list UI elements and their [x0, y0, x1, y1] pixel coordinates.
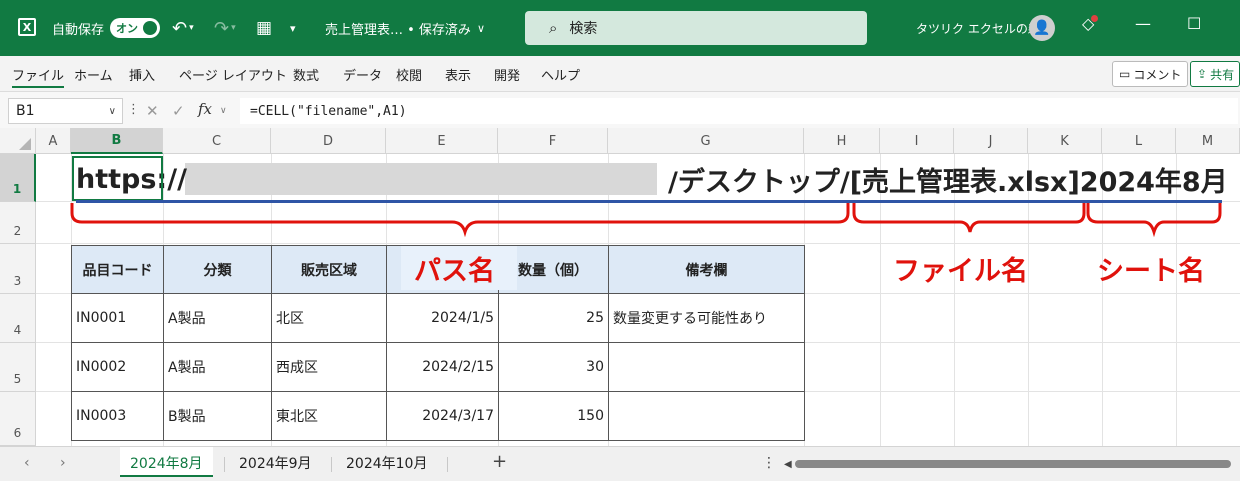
add-sheet-button[interactable]: + [492, 451, 507, 472]
table-row: IN0002 A製品 西成区 2024/2/15 30 [71, 342, 805, 392]
header-remarks[interactable]: 備考欄 [608, 245, 805, 294]
cell-sales-area[interactable]: 北区 [271, 293, 387, 343]
cell-category[interactable]: A製品 [163, 293, 272, 343]
cell-date[interactable]: 2024/1/5 [386, 293, 499, 343]
cell-category[interactable]: B製品 [163, 391, 272, 441]
cell-item-code[interactable]: IN0001 [71, 293, 164, 343]
cell-category[interactable]: A製品 [163, 342, 272, 392]
cell-item-code[interactable]: IN0003 [71, 391, 164, 441]
header-category[interactable]: 分類 [163, 245, 272, 294]
cell-quantity[interactable]: 30 [498, 342, 609, 392]
path-name-label: パス名 [414, 256, 495, 287]
tab-divider [331, 457, 332, 472]
sheet-tab-bar: ‹ › 2024年8月 2024年9月 2024年10月 + ⋮ ◀ [0, 446, 1240, 481]
next-sheet-icon[interactable]: › [60, 455, 66, 471]
cell-item-code[interactable]: IN0002 [71, 342, 164, 392]
path-brace [70, 203, 850, 238]
sheet-tab-aug[interactable]: 2024年8月 [120, 447, 213, 477]
header-sales-area[interactable]: 販売区域 [271, 245, 387, 294]
sheet-tab-sep[interactable]: 2024年9月 [239, 453, 312, 473]
cell-remarks[interactable] [608, 342, 805, 392]
sheet-tab-oct[interactable]: 2024年10月 [346, 453, 427, 473]
cell-date[interactable]: 2024/3/17 [386, 391, 499, 441]
sheet-name-label: シート名 [1097, 256, 1205, 287]
header-item-code[interactable]: 品目コード [71, 245, 164, 294]
prev-sheet-icon[interactable]: ‹ [24, 455, 30, 471]
cell-quantity[interactable]: 25 [498, 293, 609, 343]
tab-divider [447, 457, 448, 472]
file-brace [852, 203, 1086, 233]
cell-remarks[interactable]: 数量変更する可能性あり [608, 293, 805, 343]
sheet-brace [1086, 203, 1222, 238]
horizontal-scrollbar[interactable] [795, 460, 1231, 468]
tab-divider [224, 457, 225, 472]
table-row: IN0001 A製品 北区 2024/1/5 25 数量変更する可能性あり [71, 293, 805, 343]
more-options-icon[interactable]: ⋮ [762, 455, 776, 471]
cell-remarks[interactable] [608, 391, 805, 441]
cell-sales-area[interactable]: 西成区 [271, 342, 387, 392]
cell-date[interactable]: 2024/2/15 [386, 342, 499, 392]
cell-sales-area[interactable]: 東北区 [271, 391, 387, 441]
file-name-label: ファイル名 [893, 256, 1028, 287]
cell-quantity[interactable]: 150 [498, 391, 609, 441]
table-row: IN0003 B製品 東北区 2024/3/17 150 [71, 391, 805, 441]
scroll-left-icon[interactable]: ◀ [784, 459, 792, 470]
